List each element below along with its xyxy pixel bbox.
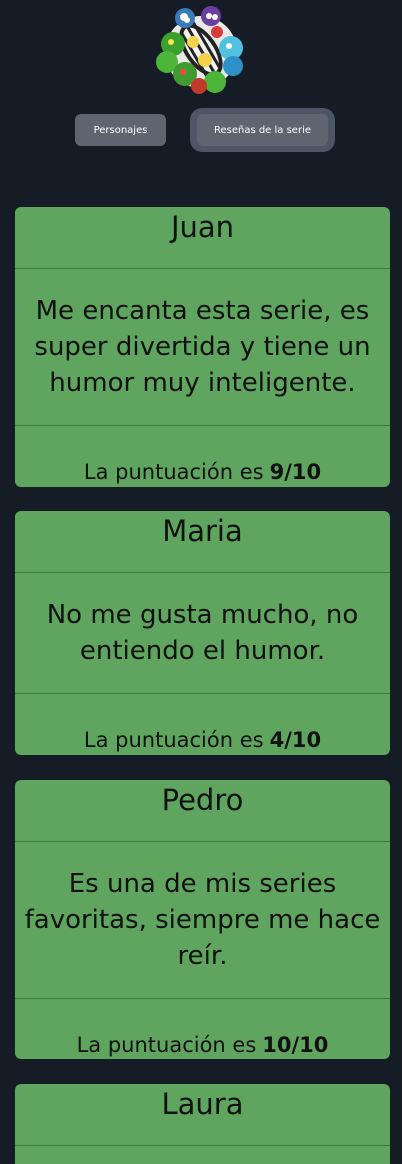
score-value: 9/10 xyxy=(269,460,322,484)
rick-and-morty-logo xyxy=(153,4,249,96)
review-score: La puntuación es 4/10 xyxy=(15,694,390,754)
review-card: Laura xyxy=(15,1084,390,1164)
reviews-button-inner: Reseñas de la serie xyxy=(197,114,328,146)
review-card: Pedro Es una de mis series favoritas, si… xyxy=(15,780,390,1059)
reviews-button[interactable]: Reseñas de la serie xyxy=(190,108,335,152)
reviewer-name: Maria xyxy=(15,511,390,573)
logo-artwork xyxy=(156,6,243,94)
reviewer-name: Juan xyxy=(15,207,390,269)
review-score: La puntuación es 9/10 xyxy=(15,426,390,486)
review-card: Juan Me encanta esta serie, es super div… xyxy=(15,207,390,487)
review-text: Es una de mis series favoritas, siempre … xyxy=(15,842,390,999)
reviewer-name: Laura xyxy=(15,1084,390,1146)
score-label: La puntuación es xyxy=(76,1033,257,1057)
main-nav: Personajes Reseñas de la serie xyxy=(0,108,402,152)
review-card: Maria No me gusta mucho, no entiendo el … xyxy=(15,511,390,755)
score-label: La puntuación es xyxy=(83,728,264,752)
reviewer-name: Pedro xyxy=(15,780,390,842)
score-label: La puntuación es xyxy=(83,460,264,484)
review-text: Me encanta esta serie, es super divertid… xyxy=(15,269,390,426)
review-text: No me gusta mucho, no entiendo el humor. xyxy=(15,573,390,694)
characters-button-label: Personajes xyxy=(93,124,148,136)
characters-button[interactable]: Personajes xyxy=(75,114,166,146)
reviews-button-label: Reseñas de la serie xyxy=(213,124,312,136)
score-value: 4/10 xyxy=(269,728,322,752)
review-score: La puntuación es 10/10 xyxy=(15,999,390,1059)
score-value: 10/10 xyxy=(262,1033,329,1057)
